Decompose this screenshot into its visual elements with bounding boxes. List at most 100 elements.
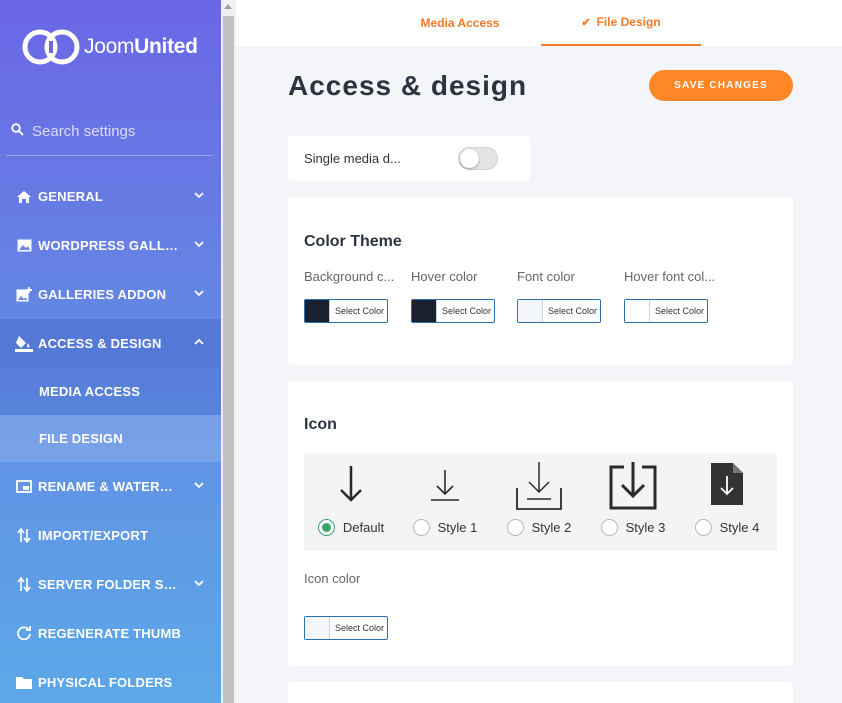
search-input[interactable]	[32, 123, 202, 140]
icon-color-label: Icon color	[304, 571, 361, 586]
sidebar-item-label: PHYSICAL FOLDERS	[38, 675, 173, 690]
chevron-down-icon	[194, 290, 204, 297]
icon-color-picker[interactable]: Select Color	[304, 616, 388, 640]
icon-option-style-4[interactable]: Style 4	[680, 453, 774, 551]
swap-vertical-icon	[15, 527, 33, 545]
add-photo-icon	[15, 286, 33, 304]
scroll-up-arrow-icon[interactable]	[224, 4, 232, 9]
icon-option-style-1[interactable]: Style 1	[398, 453, 492, 551]
section-title: Color Theme	[304, 233, 402, 250]
select-color-label: Select Color	[655, 306, 705, 316]
radio-button[interactable]	[694, 519, 712, 536]
chevron-up-icon	[194, 338, 204, 345]
tab-label: File Design	[596, 15, 661, 29]
sidebar-item-wordpress-gallery[interactable]: WORDPRESS GALLERY	[0, 221, 221, 270]
toggle-label: Single media d...	[304, 151, 401, 166]
sidebar-item-label: RENAME & WATERMARK	[38, 479, 183, 494]
sidebar-item-server-folder-sync[interactable]: SERVER FOLDER SYNC	[0, 560, 221, 609]
download-tray-icon	[431, 470, 459, 501]
download-file-icon	[711, 463, 743, 505]
swap-vertical-icon	[15, 576, 33, 594]
sidebar-item-regenerate-thumb[interactable]: REGENERATE THUMB	[0, 609, 221, 658]
download-arrow-icon	[340, 466, 362, 502]
single-media-toggle[interactable]	[458, 147, 498, 170]
section-title: Icon	[304, 416, 337, 433]
single-media-toggle-card: Single media d...	[288, 136, 530, 181]
select-color-label: Select Color	[335, 623, 385, 633]
sidebar-item-access-design[interactable]: ACCESS & DESIGN	[0, 319, 221, 368]
sidebar-scrollbar[interactable]	[221, 0, 236, 703]
hover-color-picker[interactable]: Select Color	[411, 299, 495, 323]
color-label: Hover color	[411, 269, 478, 284]
background-color-field: Background c... Select Color	[304, 269, 404, 323]
color-swatch	[305, 617, 330, 639]
page-title: Access & design	[288, 70, 528, 101]
sidebar-subitem-media-access[interactable]: MEDIA ACCESS	[0, 368, 221, 415]
sidebar-item-label: WORDPRESS GALLERY	[38, 238, 183, 253]
icon-option-style-2[interactable]: Style 2	[492, 453, 586, 551]
check-icon: ✔	[581, 16, 591, 29]
radio-button[interactable]	[317, 519, 335, 536]
select-color-label: Select Color	[548, 306, 598, 316]
sidebar-item-galleries-addon[interactable]: GALLERIES ADDON	[0, 270, 221, 319]
background-color-picker[interactable]: Select Color	[304, 299, 388, 323]
color-label: Background c...	[304, 269, 395, 284]
paint-bucket-icon	[15, 335, 33, 353]
sidebar-item-import-export[interactable]: IMPORT/EXPORT	[0, 511, 221, 560]
sidebar-subitem-file-design[interactable]: FILE DESIGN	[0, 415, 221, 462]
font-color-picker[interactable]: Select Color	[517, 299, 601, 323]
sidebar-item-rename-watermark[interactable]: RENAME & WATERMARK	[0, 462, 221, 511]
search-box	[6, 108, 213, 156]
tab-file-design[interactable]: ✔ File Design	[541, 0, 701, 46]
icon-card: Icon Default Style 1 Style 2 Style 3 Sty…	[288, 381, 793, 666]
sidebar-subitem-label: FILE DESIGN	[39, 431, 123, 446]
radio-button[interactable]	[412, 519, 430, 536]
color-label: Hover font col...	[624, 269, 716, 284]
next-settings-card	[288, 682, 793, 703]
radio-label: Style 4	[719, 520, 760, 535]
sidebar-item-physical-folders[interactable]: PHYSICAL FOLDERS	[0, 658, 221, 703]
radio-button[interactable]	[600, 519, 618, 536]
icon-option-style-3[interactable]: Style 3	[586, 453, 680, 551]
sidebar: JoomUnited GENERAL WORDPRESS GALLERY GAL…	[0, 0, 221, 703]
refresh-icon	[15, 625, 33, 643]
download-bold-box-icon	[609, 462, 657, 510]
watermark-icon	[15, 478, 33, 496]
hover-font-color-picker[interactable]: Select Color	[624, 299, 708, 323]
sidebar-item-label: REGENERATE THUMB	[38, 626, 182, 641]
radio-button[interactable]	[506, 519, 524, 536]
home-icon	[15, 188, 33, 206]
sidebar-item-label: IMPORT/EXPORT	[38, 528, 149, 543]
logo-mark-icon	[20, 27, 82, 67]
search-icon	[6, 122, 28, 141]
icon-option-default[interactable]: Default	[304, 453, 398, 551]
tab-label: Media Access	[420, 16, 500, 30]
hover-font-color-field: Hover font col... Select Color	[624, 269, 724, 323]
chevron-down-icon	[194, 241, 204, 248]
sidebar-item-label: ACCESS & DESIGN	[38, 336, 162, 351]
save-changes-button[interactable]: SAVE CHANGES	[649, 70, 793, 101]
sidebar-item-general[interactable]: GENERAL	[0, 172, 221, 221]
color-swatch	[305, 300, 330, 322]
sidebar-item-label: GALLERIES ADDON	[38, 287, 167, 302]
color-label: Font color	[517, 269, 575, 284]
tab-media-access[interactable]: Media Access	[380, 0, 540, 46]
joomunited-logo[interactable]: JoomUnited	[20, 27, 198, 67]
select-color-label: Select Color	[442, 306, 492, 316]
image-icon	[15, 237, 33, 255]
select-color-label: Select Color	[335, 306, 385, 316]
icon-style-options: Default Style 1 Style 2 Style 3 Style 4	[304, 453, 777, 551]
color-swatch	[625, 300, 650, 322]
chevron-down-icon	[194, 482, 204, 489]
sidebar-subitem-label: MEDIA ACCESS	[39, 384, 141, 399]
radio-label: Default	[342, 520, 385, 535]
color-theme-card: Color Theme Background c... Select Color…	[288, 197, 793, 365]
toggle-knob	[460, 149, 479, 168]
chevron-down-icon	[194, 192, 204, 199]
font-color-field: Font color Select Color	[517, 269, 617, 323]
hover-color-field: Hover color Select Color	[411, 269, 511, 323]
radio-label: Style 2	[531, 520, 572, 535]
scrollbar-thumb[interactable]	[223, 16, 234, 703]
color-swatch	[412, 300, 437, 322]
sidebar-menu: GENERAL WORDPRESS GALLERY GALLERIES ADDO…	[0, 172, 221, 703]
